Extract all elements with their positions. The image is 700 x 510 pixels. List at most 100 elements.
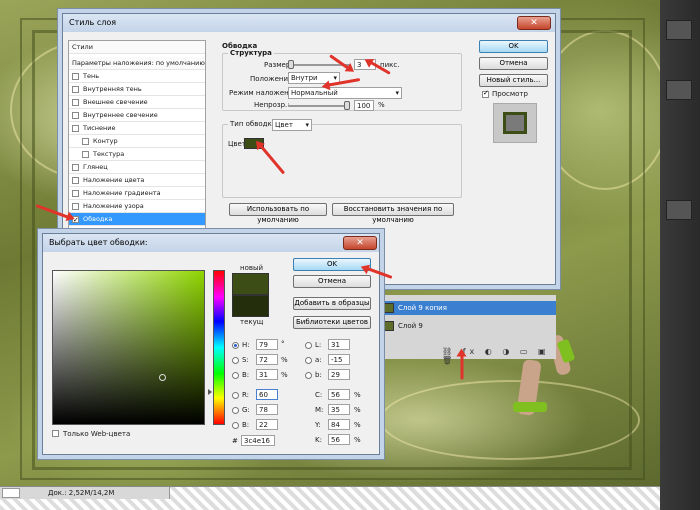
style-item-emboss[interactable]: Тиснение (69, 122, 205, 135)
a-field[interactable]: -15 (328, 354, 350, 365)
l-radio[interactable] (305, 342, 312, 349)
checkbox[interactable] (72, 177, 79, 184)
panel-button[interactable] (666, 80, 692, 100)
k-unit: % (354, 436, 361, 444)
style-item-texture[interactable]: Текстура (69, 148, 205, 161)
h-radio[interactable] (232, 342, 239, 349)
cancel-button[interactable]: Отмена (293, 275, 371, 288)
h-label: H: (242, 341, 250, 349)
fill-type-value: Цвет (275, 121, 293, 129)
slider-handle[interactable] (288, 60, 294, 69)
a-label: a: (315, 356, 322, 364)
close-icon[interactable]: ✕ (517, 16, 551, 30)
new-color-swatch (232, 273, 269, 295)
y-label: Y: (315, 421, 321, 429)
opacity-unit: % (378, 101, 385, 109)
hue-marker-icon[interactable] (208, 388, 212, 395)
checkbox[interactable] (72, 203, 79, 210)
k-field[interactable]: 56 (328, 434, 350, 445)
blue-radio[interactable] (232, 422, 239, 429)
layer-name: Слой 9 копия (398, 304, 447, 312)
checkbox[interactable] (72, 164, 79, 171)
style-item-outer-glow[interactable]: Внешнее свечение (69, 96, 205, 109)
blend-options-item[interactable]: Параметры наложения: по умолчанию (69, 57, 205, 70)
layer-row[interactable]: Слой 9 копия (378, 301, 556, 315)
c-field[interactable]: 56 (328, 389, 350, 400)
checkbox[interactable] (72, 190, 79, 197)
saturation-brightness-field[interactable] (52, 270, 205, 425)
panel-button[interactable] (666, 200, 692, 220)
checkbox[interactable] (72, 73, 79, 80)
layer-row[interactable]: Слой 9 (378, 319, 556, 333)
layer-thumbnail (382, 303, 394, 313)
hue-slider[interactable] (208, 270, 225, 425)
chevron-down-icon: ▾ (395, 89, 399, 97)
b-field[interactable]: 31 (256, 369, 278, 380)
a-radio[interactable] (305, 357, 312, 364)
style-item-satin[interactable]: Глянец (69, 161, 205, 174)
picker-title: Выбрать цвет обводки: (49, 238, 148, 247)
r-radio[interactable] (232, 392, 239, 399)
dialog-title: Стиль слоя (69, 18, 117, 27)
b-unit: % (281, 371, 288, 379)
preview-checkbox[interactable] (482, 89, 489, 98)
h-field[interactable]: 79 (256, 339, 278, 350)
color-libraries-button[interactable]: Библиотеки цветов (293, 316, 371, 329)
blend-mode-select[interactable]: Нормальный ▾ (288, 87, 402, 99)
opacity-field[interactable]: 100 (354, 100, 374, 111)
current-color-swatch[interactable] (232, 295, 269, 317)
s-radio[interactable] (232, 357, 239, 364)
lab-b-radio[interactable] (305, 372, 312, 379)
ok-button[interactable]: OK (479, 40, 548, 53)
web-colors-checkbox[interactable] (52, 430, 59, 437)
cancel-button[interactable]: Отмена (479, 57, 548, 70)
restore-default-button[interactable]: Восстановить значения по умолчанию (332, 203, 454, 224)
lab-b-field[interactable]: 29 (328, 369, 350, 380)
checkbox[interactable] (82, 151, 89, 158)
layers-panel: Слой 9 копия Слой 9 ⛓ fx ◐ ◑ ▭ ▣ 🗑 (378, 295, 556, 365)
blue-label: B: (242, 421, 250, 429)
style-item-gradient-overlay[interactable]: Наложение градиента (69, 187, 205, 200)
styles-header[interactable]: Стили (69, 41, 205, 54)
new-style-button[interactable]: Новый стиль... (479, 74, 548, 87)
add-to-swatches-button[interactable]: Добавить в образцы (293, 297, 371, 310)
s-label: S: (242, 356, 249, 364)
m-field[interactable]: 35 (328, 404, 350, 415)
checkbox[interactable] (72, 112, 79, 119)
annotation-arrow (460, 353, 464, 380)
lab-b-label: b: (315, 371, 322, 379)
opacity-slider[interactable] (288, 101, 350, 110)
style-item-contour[interactable]: Контур (69, 135, 205, 148)
panel-button[interactable] (666, 20, 692, 40)
g-radio[interactable] (232, 407, 239, 414)
fill-type-select[interactable]: Цвет ▾ (272, 119, 312, 131)
y-unit: % (354, 421, 361, 429)
style-item-inner-shadow[interactable]: Внутренняя тень (69, 83, 205, 96)
b-radio[interactable] (232, 372, 239, 379)
color-marker[interactable] (159, 373, 167, 381)
zoom-field[interactable] (2, 488, 20, 498)
y-field[interactable]: 84 (328, 419, 350, 430)
style-item-color-overlay[interactable]: Наложение цвета (69, 174, 205, 187)
style-item-shadow[interactable]: Тень (69, 70, 205, 83)
hex-field[interactable]: 3c4e16 (241, 435, 275, 446)
preview-box (493, 103, 537, 143)
style-item-inner-glow[interactable]: Внутреннее свечение (69, 109, 205, 122)
picker-titlebar: Выбрать цвет обводки: (43, 234, 379, 252)
slider-handle[interactable] (344, 101, 350, 110)
r-field[interactable]: 60 (256, 389, 278, 400)
k-label: K: (315, 436, 322, 444)
checkbox[interactable] (72, 125, 79, 132)
c-unit: % (354, 391, 361, 399)
blue-field[interactable]: 22 (256, 419, 278, 430)
style-item-stroke[interactable]: Обводка (69, 213, 205, 226)
l-field[interactable]: 31 (328, 339, 350, 350)
close-icon[interactable]: ✕ (343, 236, 377, 250)
checkbox[interactable] (72, 86, 79, 93)
style-item-pattern-overlay[interactable]: Наложение узора (69, 200, 205, 213)
s-field[interactable]: 72 (256, 354, 278, 365)
use-default-button[interactable]: Использовать по умолчанию (229, 203, 327, 224)
g-field[interactable]: 78 (256, 404, 278, 415)
checkbox[interactable] (82, 138, 89, 145)
checkbox[interactable] (72, 99, 79, 106)
